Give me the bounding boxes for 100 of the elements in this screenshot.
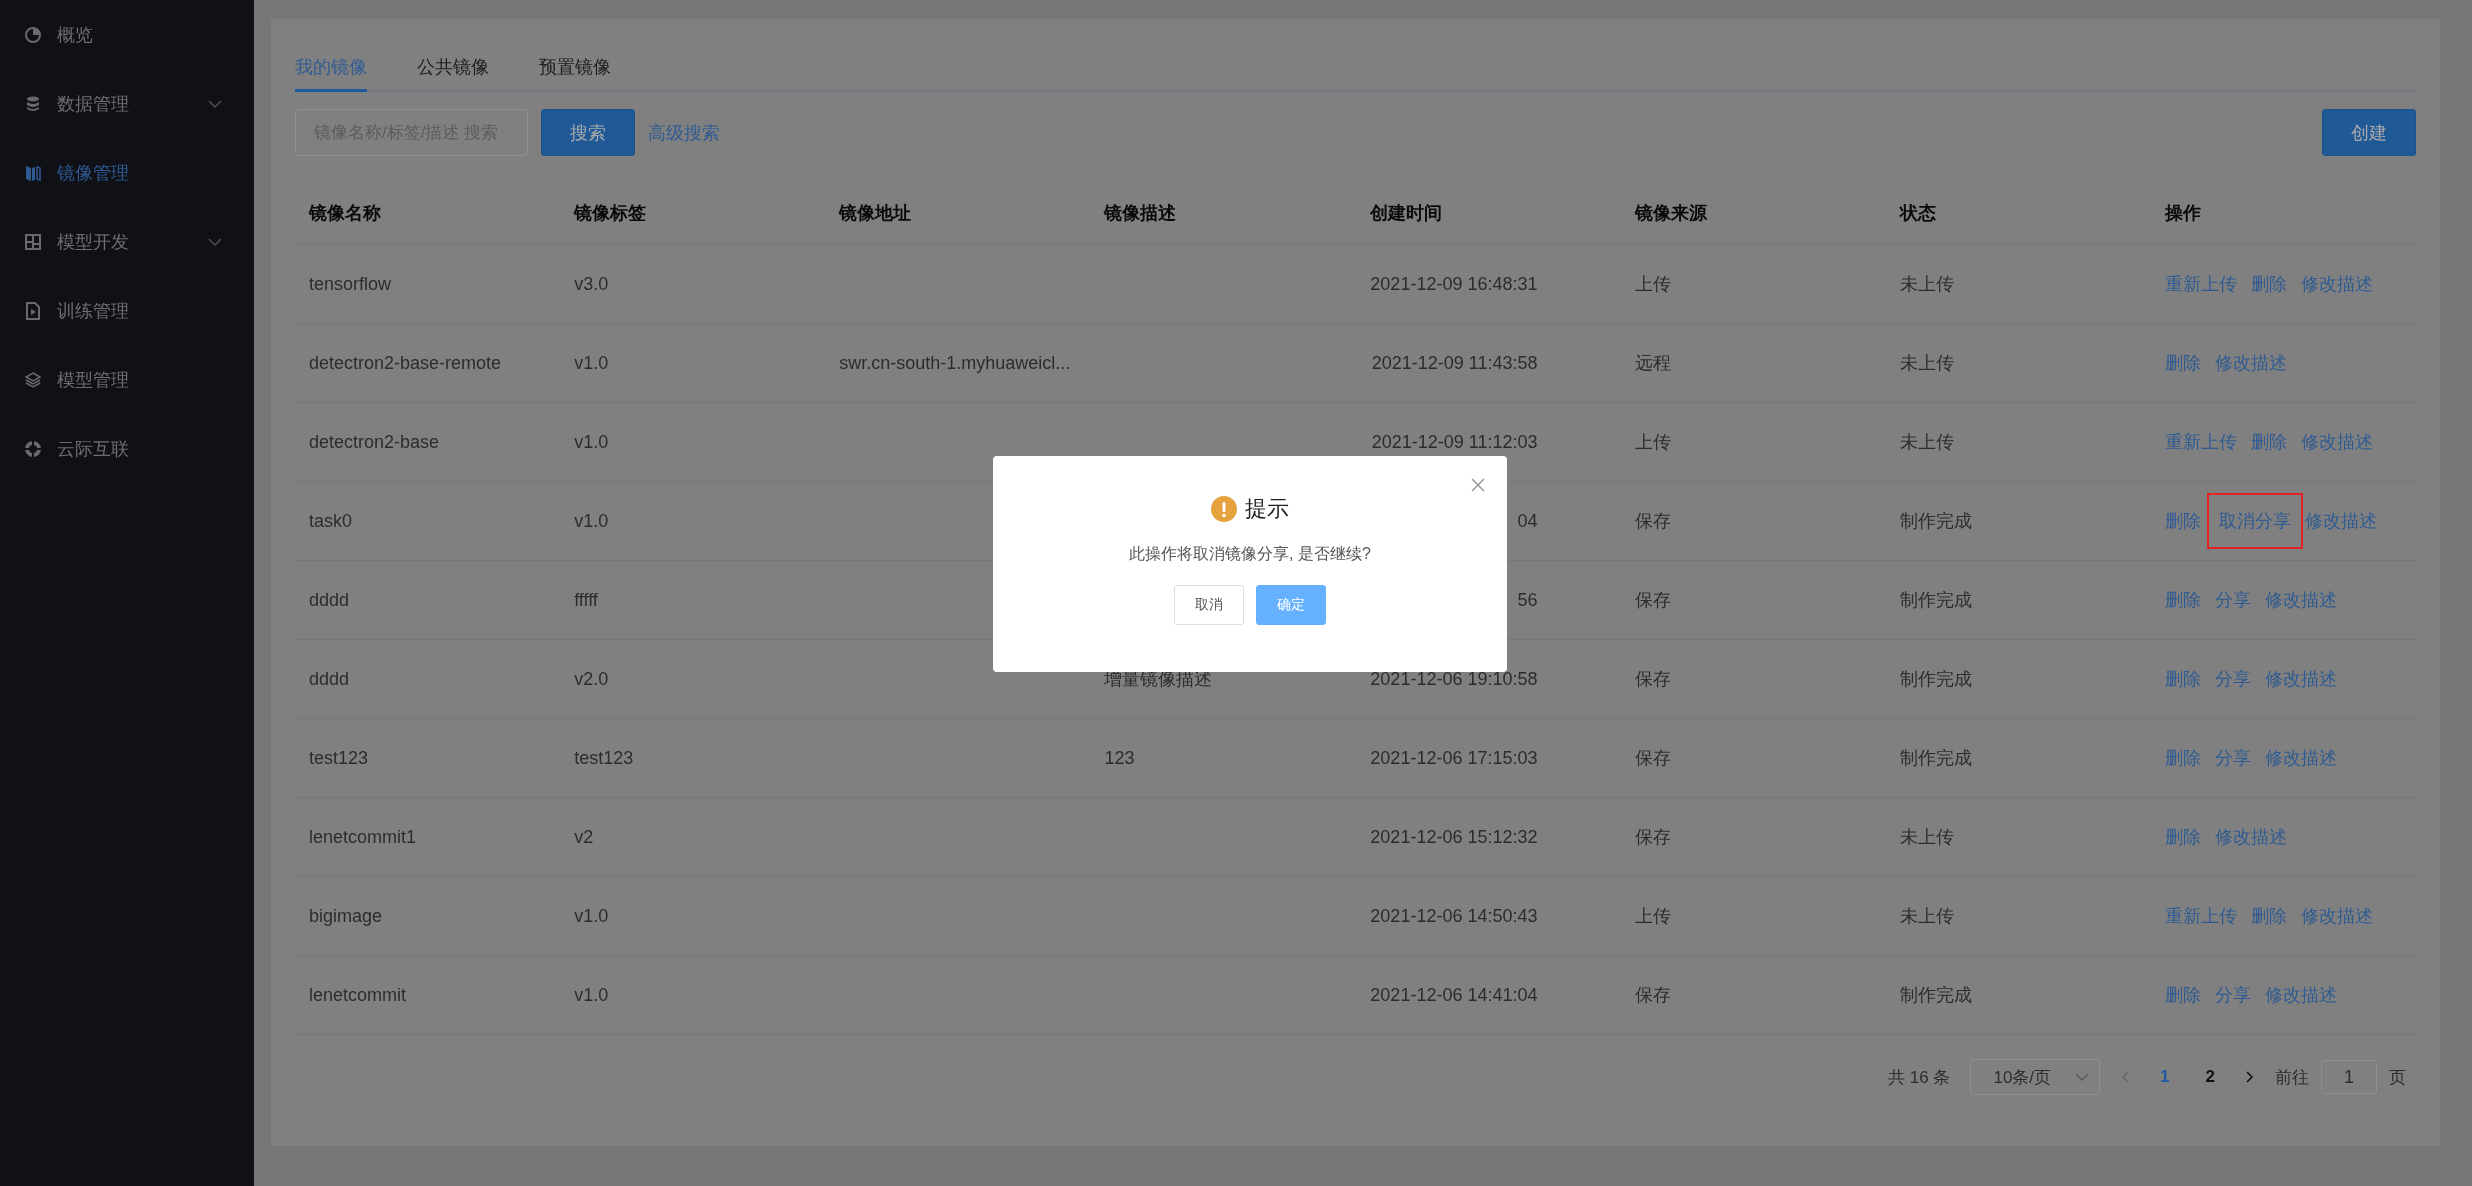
pie-chart-icon [24, 25, 42, 44]
file-play-icon [24, 301, 42, 320]
table-cell-text: 制作完成 [1898, 984, 1973, 1007]
sidebar-item[interactable]: 概览 [0, 0, 254, 69]
sidebar-item[interactable]: 云际互联 [0, 414, 254, 483]
action-link[interactable]: 删除 [2250, 272, 2287, 296]
table-cell-text: 123 [1103, 747, 1136, 769]
chevron-down-icon [2075, 1072, 2090, 1082]
sidebar-item[interactable]: 模型开发 [0, 207, 254, 276]
action-link[interactable]: 修改描述 [2214, 351, 2287, 375]
page-input[interactable]: 1 [2321, 1060, 2377, 1094]
action-link[interactable]: 删除 [2164, 588, 2201, 612]
table-cell-text: bigimage [308, 905, 384, 927]
action-link[interactable]: 删除 [2164, 509, 2201, 533]
cancel-button[interactable]: 取消 [1174, 585, 1244, 625]
action-link[interactable]: 修改描述 [2264, 746, 2337, 770]
action-link[interactable]: 重新上传 [2164, 430, 2237, 454]
action-link[interactable]: 修改描述 [2304, 509, 2377, 533]
action-link[interactable]: 重新上传 [2164, 904, 2237, 928]
action-link[interactable]: 分享 [2214, 983, 2251, 1007]
create-button[interactable]: 创建 [2322, 109, 2416, 156]
action-link[interactable]: 修改描述 [2214, 825, 2287, 849]
action-link[interactable]: 修改描述 [2264, 667, 2337, 691]
tab[interactable]: 预置镜像 [539, 49, 611, 92]
table-cell-text: 上传 [1633, 273, 1672, 296]
table-cell-text: v1.0 [573, 984, 610, 1006]
table-cell-text: 2021-12-09 11:12:03 [1370, 431, 1538, 453]
ring-icon [24, 439, 42, 458]
action-link[interactable]: 删除 [2164, 351, 2201, 375]
action-link[interactable]: 删除 [2164, 667, 2201, 691]
column-header: 镜像地址 [837, 202, 913, 225]
database-icon [24, 94, 42, 113]
action-link[interactable]: 修改描述 [2264, 588, 2337, 612]
advanced-search-link[interactable]: 高级搜索 [648, 120, 720, 145]
table-cell-text: 未上传 [1898, 273, 1955, 296]
action-link[interactable]: 删除 [2164, 746, 2201, 770]
table-cell: 2021-12-06 14:41:04 [1369, 984, 1538, 1006]
action-link[interactable]: 删除 [2164, 983, 2201, 1007]
action-link[interactable]: 分享 [2214, 667, 2251, 691]
table-cell-text: 未上传 [1898, 352, 1955, 375]
column-header: 操作 [2163, 202, 2202, 225]
table-cell-text: 制作完成 [1898, 747, 1973, 770]
warning-icon [1211, 496, 1237, 522]
page-size-select[interactable]: 10条/页 [1970, 1059, 2101, 1095]
table-cell: 2021-12-06 19:10:58 [1369, 668, 1538, 690]
table-cell-text: 未上传 [1898, 826, 1955, 849]
table-cell-text: 保存 [1633, 984, 1672, 1007]
action-link[interactable]: 修改描述 [2300, 272, 2373, 296]
action-link[interactable]: 删除 [2164, 825, 2201, 849]
table-cell-text: test123 [308, 747, 370, 769]
table-cell-text: 04 [1516, 510, 1538, 532]
table-cell-text: v2.0 [573, 668, 610, 690]
table-cell-text: v1.0 [573, 352, 610, 374]
sidebar-item[interactable]: 镜像管理 [0, 138, 254, 207]
table-cell: 2021-12-06 14:50:43 [1369, 905, 1538, 927]
table-cell: 2021-12-06 17:15:03 [1369, 747, 1538, 769]
table-cell-text: 制作完成 [1898, 668, 1973, 691]
sidebar-item[interactable]: 模型管理 [0, 345, 254, 414]
table-cell-text: detectron2-base [308, 431, 441, 453]
action-link[interactable]: 分享 [2214, 746, 2251, 770]
column-header: 镜像描述 [1102, 202, 1178, 225]
table-cell-text: lenetcommit [308, 984, 408, 1006]
table-cell-text: v3.0 [573, 273, 610, 295]
table-cell-text: 56 [1516, 589, 1538, 611]
close-icon[interactable] [1471, 478, 1485, 492]
search-button[interactable]: 搜索 [541, 109, 635, 156]
action-link[interactable]: 修改描述 [2300, 904, 2373, 928]
table-cell-text: lenetcommit1 [308, 826, 418, 848]
next-page-icon[interactable] [2243, 1070, 2255, 1084]
page-suffix: 页 [2389, 1066, 2406, 1089]
confirm-button[interactable]: 确定 [1256, 585, 1326, 625]
table-cell-text: 未上传 [1898, 431, 1955, 454]
action-link[interactable]: 删除 [2250, 430, 2287, 454]
page-number[interactable]: 2 [2197, 1067, 2223, 1087]
action-link[interactable]: 删除 [2250, 904, 2287, 928]
cube-icon [24, 370, 42, 389]
sidebar-item[interactable]: 数据管理 [0, 69, 254, 138]
table-cell-text: v2 [573, 826, 595, 848]
table-cell-text: 保存 [1633, 510, 1672, 533]
table-cell-text: v1.0 [573, 905, 610, 927]
total-count: 共 16 条 [1888, 1066, 1951, 1089]
column-header: 镜像来源 [1633, 202, 1708, 225]
action-link[interactable]: 分享 [2214, 588, 2251, 612]
table-cell-text: 制作完成 [1898, 589, 1973, 612]
table-cell-text: test123 [573, 747, 635, 769]
sidebar-item[interactable]: 训练管理 [0, 276, 254, 345]
action-link[interactable]: 修改描述 [2300, 430, 2373, 454]
table-cell-text: fffff [573, 589, 599, 611]
page-number[interactable]: 1 [2152, 1067, 2178, 1087]
action-link[interactable]: 取消分享 [2208, 495, 2301, 547]
action-link[interactable]: 重新上传 [2164, 272, 2237, 296]
table-cell-text: 远程 [1633, 352, 1672, 375]
table-cell-text: task0 [308, 510, 354, 532]
table-cell-text: 保存 [1633, 668, 1672, 691]
column-header: 创建时间 [1368, 202, 1443, 225]
tab[interactable]: 我的镜像 [295, 49, 367, 92]
tab[interactable]: 公共镜像 [417, 49, 489, 92]
table-cell-text: 制作完成 [1898, 510, 1973, 533]
action-link[interactable]: 修改描述 [2264, 983, 2337, 1007]
goto-label: 前往 [2275, 1066, 2309, 1089]
